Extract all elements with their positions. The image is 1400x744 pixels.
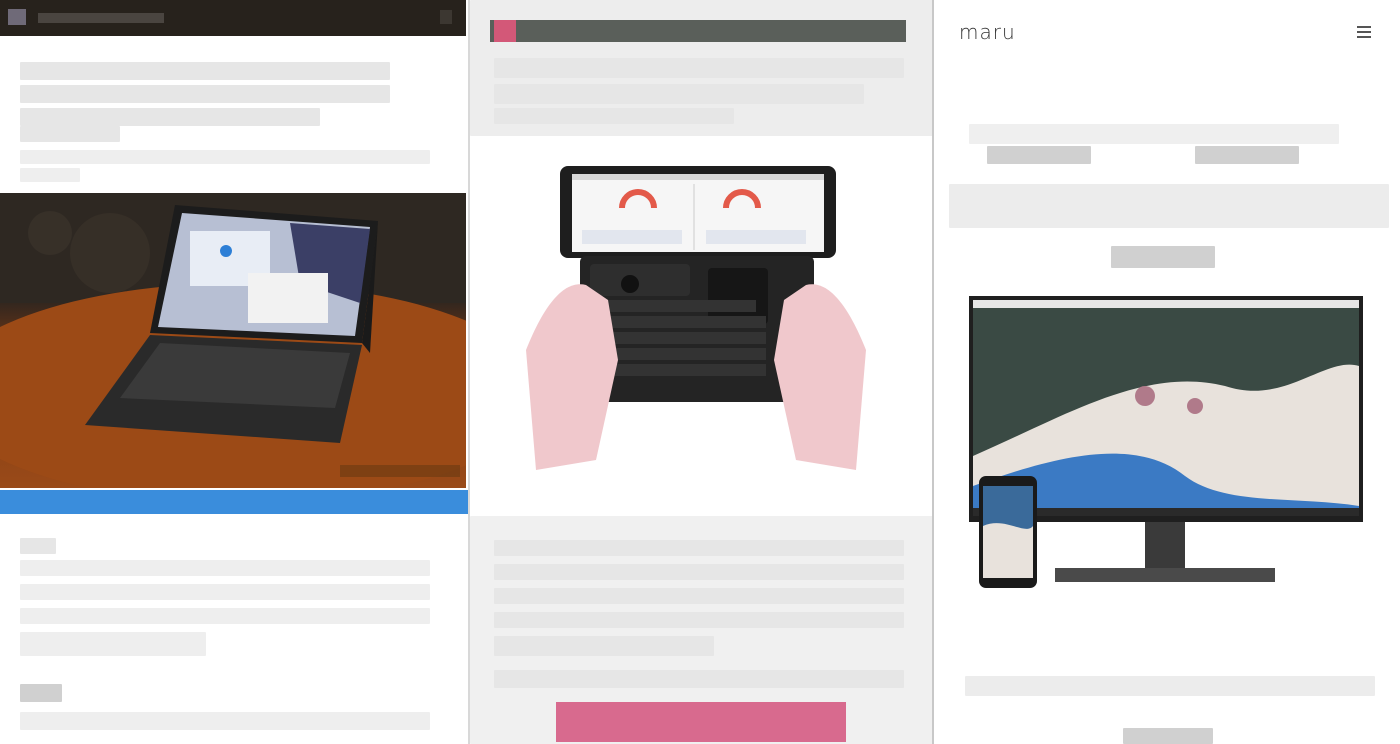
- left-headline-blurred: [20, 85, 390, 103]
- right-page-panel: maru: [935, 0, 1400, 744]
- left-subheading-blurred: [20, 684, 62, 702]
- left-byline-blurred: [20, 150, 430, 164]
- left-paragraph-blurred: [20, 560, 430, 576]
- right-button-blurred[interactable]: [1111, 246, 1215, 268]
- maru-brand-logo[interactable]: maru: [959, 20, 1016, 44]
- left-byline-blurred: [20, 168, 80, 182]
- left-paragraph-blurred: [20, 584, 430, 600]
- handheld-pc-photo: [526, 160, 866, 472]
- middle-paragraph-blurred: [494, 670, 904, 688]
- left-paragraph-blurred: [20, 712, 430, 730]
- middle-paragraph-blurred: [494, 540, 904, 556]
- middle-headline-blurred: [494, 108, 734, 124]
- middle-paragraph-blurred: [494, 588, 904, 604]
- left-headline-blurred: [20, 62, 390, 80]
- right-eyebrow-blurred: [1195, 146, 1299, 164]
- monitor-and-phone-photo: [965, 296, 1365, 592]
- left-paragraph-blurred: [20, 632, 206, 656]
- middle-cta-button[interactable]: [556, 702, 846, 742]
- right-eyebrow-blurred: [987, 146, 1091, 164]
- middle-top-bar: [490, 20, 906, 42]
- left-headline-blurred: [20, 126, 120, 142]
- middle-paragraph-blurred: [494, 564, 904, 580]
- middle-paragraph-blurred: [494, 636, 714, 656]
- left-paragraph-blurred: [20, 538, 56, 554]
- left-paragraph-blurred: [20, 608, 430, 624]
- left-header-icon[interactable]: [440, 10, 452, 24]
- left-site-title-blurred: [38, 13, 164, 23]
- left-headline-blurred: [20, 108, 320, 126]
- right-button-blurred[interactable]: [1123, 728, 1213, 744]
- left-site-header: [0, 0, 466, 36]
- right-headline-blurred: [949, 184, 1389, 228]
- middle-site-logo[interactable]: [494, 20, 516, 42]
- tablet-with-keyboard-photo: [0, 193, 466, 488]
- panel-divider: [932, 0, 934, 744]
- right-eyebrow-blurred: [969, 124, 1339, 144]
- hamburger-menu-icon[interactable]: [1357, 26, 1371, 41]
- left-site-logo[interactable]: [8, 9, 26, 25]
- middle-headline-blurred: [494, 84, 864, 104]
- middle-paragraph-blurred: [494, 612, 904, 628]
- left-accent-bar: [0, 490, 470, 514]
- middle-page-panel: [470, 0, 933, 744]
- right-paragraph-blurred: [965, 676, 1375, 696]
- middle-headline-blurred: [494, 58, 904, 78]
- left-page-panel: [0, 0, 470, 744]
